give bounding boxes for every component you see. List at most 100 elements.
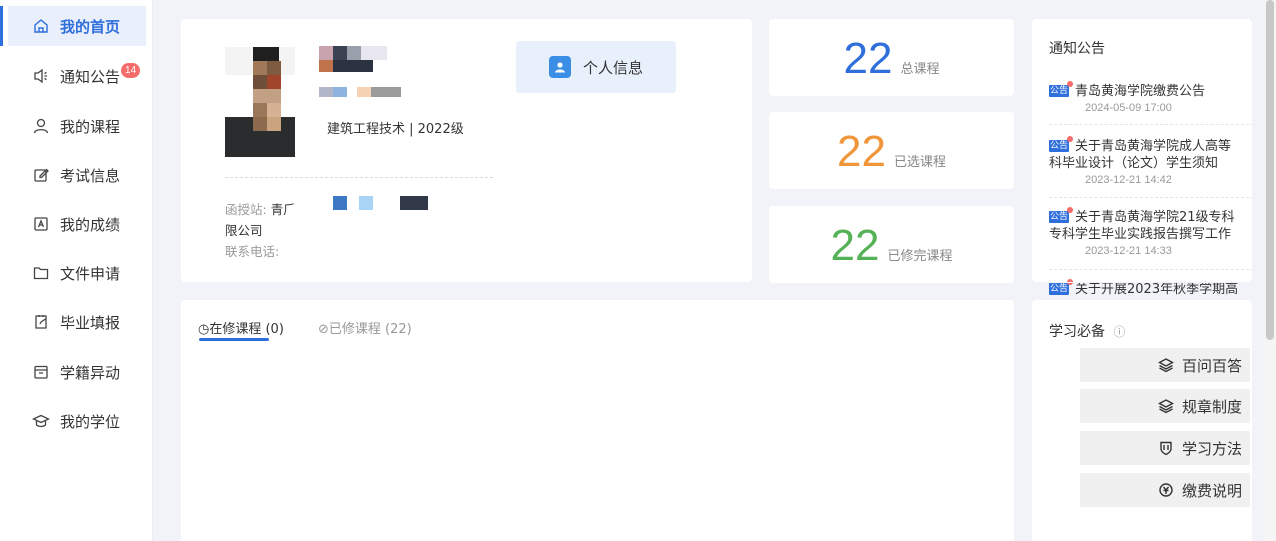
avatar — [225, 47, 295, 157]
sidebar-item-status-change[interactable]: 学籍异动 — [8, 352, 146, 392]
personal-info-label: 个人信息 — [582, 58, 643, 77]
notice-title: 关于开展2023年秋季学期高 — [1075, 283, 1239, 297]
study-methods-button[interactable]: 学习方法 — [1080, 431, 1250, 465]
stat-card-completed[interactable]: 22 已修完课程 — [769, 206, 1014, 283]
notice-item[interactable]: 公告关于开展2023年秋季学期高 — [1049, 279, 1252, 282]
layers-icon — [1158, 398, 1174, 414]
station-pixel — [400, 196, 428, 210]
stat-value: 22 — [843, 34, 893, 83]
study-button-label: 缴费说明 — [1181, 481, 1242, 500]
sidebar-item-label: 我的课程 — [60, 117, 121, 136]
sidebar-item-graduation-form[interactable]: 毕业填报 — [8, 302, 146, 342]
tab-in-progress[interactable]: ◷在修课程 (0) — [198, 318, 284, 337]
help-icon[interactable]: ⓘ — [1113, 325, 1125, 339]
page-scrollbar[interactable] — [1264, 0, 1276, 541]
sidebar-item-label: 考试信息 — [60, 166, 121, 185]
sidebar-item-notices[interactable]: 通知公告 14 — [8, 56, 146, 96]
study-title: 学习必备 ⓘ — [1049, 321, 1125, 341]
notice-date: 2023-12-21 14:42 — [1085, 174, 1172, 186]
sidebar-item-label: 我的成绩 — [60, 215, 121, 234]
stat-card-selected[interactable]: 22 已选课程 — [769, 112, 1014, 189]
regulations-button[interactable]: 规章制度 — [1080, 389, 1250, 423]
payment-info-button[interactable]: 缴费说明 — [1080, 473, 1250, 507]
stat-label: 已选课程 — [893, 155, 946, 170]
divider — [1049, 124, 1252, 125]
stat-value: 22 — [837, 127, 886, 176]
study-button-label: 学习方法 — [1181, 439, 1242, 458]
sidebar-item-degree[interactable]: 我的学位 — [8, 401, 146, 441]
sidebar-item-label: 毕业填报 — [60, 313, 121, 332]
profile-card: 建筑工程技术 | 2022级 函授站: 青⺁ 限公司 联系电话: 个人信息 — [181, 19, 752, 282]
name-pixel — [347, 46, 361, 60]
notice-count-badge: 14 — [121, 62, 141, 78]
notice-overflow: 公告 关于开展2023年秋季学期高 — [1049, 283, 1252, 298]
name-pixel — [333, 46, 347, 60]
scrollbar-thumb[interactable] — [1266, 0, 1274, 340]
tab-label: 已修课程 (22) — [328, 322, 412, 337]
sidebar-item-label: 学籍异动 — [60, 363, 121, 382]
stat-card-total[interactable]: 22 总课程 — [769, 19, 1014, 96]
major-and-year: 建筑工程技术 | 2022级 — [327, 122, 464, 137]
station-pixel — [359, 196, 373, 210]
sidebar-item-exams[interactable]: 考试信息 — [8, 155, 146, 195]
coin-icon — [1158, 482, 1174, 498]
notice-title-cont: 专科学生毕业实践报告撰写工作 — [1049, 227, 1232, 242]
sidebar-item-file-request[interactable]: 文件申请 — [8, 253, 146, 293]
study-card: 学习必备 ⓘ 百问百答 规章制度 学习方法 缴费说明 — [1032, 300, 1252, 541]
graduation-cap-icon — [32, 412, 50, 430]
notice-item[interactable]: 公告 青岛黄海学院缴费公告 2024-05-09 17:00 — [1049, 81, 1252, 114]
name-pixel — [319, 87, 333, 97]
stat-label: 总课程 — [900, 62, 940, 77]
grade-icon — [32, 215, 50, 233]
faq-button[interactable]: 百问百答 — [1080, 348, 1250, 382]
study-button-label: 百问百答 — [1181, 356, 1242, 375]
name-pixel — [371, 87, 401, 97]
notice-item[interactable]: 公告 关于青岛黄海学院成人高等 科毕业设计（论文）学生须知 2023-12-21 … — [1049, 136, 1252, 186]
tab-label: 在修课程 (0) — [209, 322, 284, 337]
name-pixel — [333, 60, 373, 72]
notice-tag: 公告 — [1049, 81, 1073, 97]
sidebar-item-label: 文件申请 — [60, 264, 121, 283]
notice-date: 2024-05-09 17:00 — [1085, 102, 1172, 114]
tab-completed[interactable]: ⊘已修课程 (22) — [318, 318, 412, 337]
station-label: 函授站: — [225, 202, 267, 217]
divider — [1049, 269, 1252, 270]
station-row: 函授站: 青⺁ — [225, 199, 296, 218]
notices-title: 通知公告 — [1049, 41, 1105, 57]
sidebar-item-label: 我的学位 — [60, 412, 121, 431]
stat-label: 已修完课程 — [887, 249, 953, 264]
shield-icon — [1158, 440, 1174, 456]
edit-icon — [32, 166, 50, 184]
sidebar-item-home[interactable]: 我的首页 — [0, 6, 146, 46]
layers-icon — [1158, 357, 1174, 373]
sidebar-item-courses[interactable]: 我的课程 — [8, 106, 146, 146]
name-pixel — [357, 87, 371, 97]
sidebar-item-grades[interactable]: 我的成绩 — [8, 204, 146, 244]
notice-tag: 公告 — [1049, 207, 1073, 223]
active-tab-indicator — [199, 338, 269, 341]
company-text: 限公司 — [225, 223, 263, 238]
speaker-icon — [32, 67, 50, 85]
name-pixel — [333, 87, 347, 97]
study-title-text: 学习必备 — [1049, 324, 1105, 340]
station-pixel — [333, 196, 347, 210]
notice-title: 关于青岛黄海学院成人高等 — [1075, 139, 1232, 154]
name-pixel — [319, 60, 333, 72]
personal-info-button[interactable]: 个人信息 — [516, 41, 676, 93]
user-icon — [32, 117, 50, 135]
sidebar: 我的首页 通知公告 14 我的课程 考试信息 我的成绩 文件申请 毕业填报 学籍… — [0, 0, 153, 541]
divider — [225, 177, 493, 178]
phone-label: 联系电话: — [225, 244, 280, 259]
divider — [1049, 197, 1252, 198]
notice-date: 2023-12-21 14:33 — [1085, 245, 1172, 257]
name-pixel — [319, 46, 333, 60]
name-pixel — [361, 46, 387, 60]
stat-value: 22 — [830, 221, 880, 270]
folder-icon — [32, 264, 50, 282]
courses-card — [181, 300, 1014, 541]
notice-tag: 公告 — [1049, 136, 1073, 152]
notice-item[interactable]: 公告 关于青岛黄海学院21级专科 专科学生毕业实践报告撰写工作 2023-12-2… — [1049, 207, 1252, 257]
notice-tag: 公告 — [1049, 283, 1073, 295]
sidebar-item-label: 通知公告 — [60, 67, 121, 86]
notice-title: 青岛黄海学院缴费公告 — [1075, 84, 1206, 99]
